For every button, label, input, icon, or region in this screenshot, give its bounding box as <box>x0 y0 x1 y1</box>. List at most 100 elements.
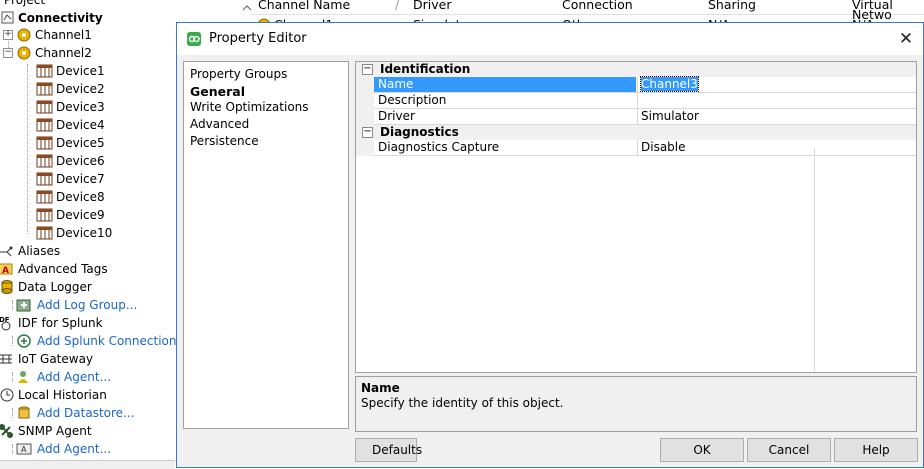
column-header-driver[interactable]: Driver <box>413 0 451 14</box>
connectivity-icon <box>0 10 16 26</box>
category-identification[interactable]: − Identification <box>356 62 916 77</box>
tree-label-device: Device8 <box>56 190 105 204</box>
splunk-icon: DF <box>0 315 14 331</box>
property-row-name[interactable]: Name Channel3 <box>356 76 916 93</box>
tree-label-device: Device7 <box>56 172 105 186</box>
tree-link-add-agent[interactable]: Add Agent... <box>37 368 111 386</box>
name-value-field[interactable]: Channel3 <box>637 76 916 92</box>
defaults-button[interactable]: Defaults <box>355 438 422 462</box>
svg-text:A: A <box>21 445 27 454</box>
channel-gear-icon <box>16 27 32 43</box>
device-icon <box>36 99 53 115</box>
tree-label-snmp-agent: SNMP Agent <box>18 424 92 438</box>
tree-link-add-log-group[interactable]: Add Log Group... <box>37 296 137 314</box>
group-item-general[interactable]: General <box>190 84 245 99</box>
group-item-advanced[interactable]: Advanced <box>190 117 249 131</box>
add-log-group-icon <box>16 297 32 313</box>
property-name-label: Name <box>374 77 636 92</box>
advanced-tags-icon: A <box>0 261 14 277</box>
dialog-titlebar[interactable]: Property Editor ✕ <box>177 23 923 55</box>
tree-scroll-up-arrow[interactable] <box>242 0 252 11</box>
device-icon <box>36 117 53 133</box>
category-diagnostics[interactable]: − Diagnostics <box>356 125 916 140</box>
tree-label-device: Device4 <box>56 118 105 132</box>
tree-label-idf-splunk: IDF for Splunk <box>18 316 103 330</box>
property-row-diagnostics-capture[interactable]: Diagnostics Capture Disable <box>356 140 916 156</box>
tree-label-device: Device6 <box>56 154 105 168</box>
description-text: Specify the identity of this object. <box>361 396 564 410</box>
name-value-text[interactable]: Channel3 <box>640 76 699 92</box>
property-row-description[interactable]: Description <box>356 93 916 109</box>
property-editor-dialog: Property Editor ✕ Property Groups Genera… <box>176 22 924 468</box>
device-icon <box>36 171 53 187</box>
device-icon <box>36 189 53 205</box>
category-label: Diagnostics <box>380 125 459 139</box>
dialog-body: Property Groups General Write Optimizati… <box>177 55 923 467</box>
column-header-sharing[interactable]: Sharing <box>708 0 756 14</box>
property-grid[interactable]: − Identification Name Channel3 Descripti… <box>355 61 917 373</box>
iot-gateway-icon <box>0 351 14 367</box>
collapse-toggle[interactable]: − <box>362 64 373 75</box>
collapse-channel2-toggle[interactable]: − <box>3 48 13 58</box>
tree-label-device: Device1 <box>56 64 105 78</box>
tree-label-device: Device9 <box>56 208 105 222</box>
help-button[interactable]: Help <box>834 438 918 462</box>
collapse-toggle[interactable]: − <box>362 127 373 138</box>
tree-link-add-splunk-connection[interactable]: Add Splunk Connection... <box>37 332 188 350</box>
svg-text:A: A <box>2 266 9 276</box>
column-header-virtual-network[interactable]: Virtual Netwo <box>852 0 924 21</box>
add-agent-icon <box>16 369 32 385</box>
app-logo-icon <box>187 32 201 46</box>
add-agent-icon: A <box>16 441 32 457</box>
close-button[interactable]: ✕ <box>891 25 921 53</box>
ok-button[interactable]: OK <box>660 438 744 462</box>
property-groups-list[interactable]: Property Groups General Write Optimizati… <box>183 61 349 429</box>
expand-channel1-toggle[interactable]: + <box>3 30 13 40</box>
tree-label-device: Device5 <box>56 136 105 150</box>
tree-label-local-historian: Local Historian <box>18 388 107 402</box>
description-value-field[interactable] <box>637 93 916 108</box>
tree-link-add-datastore[interactable]: Add Datastore... <box>37 404 135 422</box>
aliases-icon <box>0 243 14 259</box>
description-title: Name <box>361 381 400 395</box>
tree-label-advanced-tags: Advanced Tags <box>18 262 108 276</box>
column-divider: / <box>395 0 400 12</box>
column-header-connection[interactable]: Connection <box>562 0 633 14</box>
group-item-write-optimizations[interactable]: Write Optimizations <box>190 100 309 114</box>
category-label: Identification <box>380 62 471 76</box>
tree-label-device: Device3 <box>56 100 105 114</box>
tree-label-iot-gateway: IoT Gateway <box>18 352 94 366</box>
clock-icon <box>0 387 16 403</box>
tree-label-data-logger: Data Logger <box>18 280 92 294</box>
device-icon <box>36 153 53 169</box>
add-datastore-icon <box>16 405 32 421</box>
tree-label-channel1: Channel1 <box>35 28 92 42</box>
diagnostics-capture-value-field[interactable]: Disable <box>637 140 916 155</box>
description-panel: Name Specify the identity of this object… <box>355 376 917 432</box>
tree-label-device: Device10 <box>56 226 113 240</box>
tree-label-aliases: Aliases <box>18 244 61 258</box>
data-logger-icon <box>0 279 16 295</box>
tree-label-channel2: Channel2 <box>35 46 92 60</box>
device-icon <box>36 207 53 223</box>
add-connection-icon <box>16 333 32 349</box>
tree-project-label: Project <box>4 0 46 7</box>
device-icon <box>36 135 53 151</box>
property-groups-header: Property Groups <box>190 67 288 81</box>
device-icon <box>36 63 53 79</box>
group-item-persistence[interactable]: Persistence <box>190 134 259 148</box>
property-row-driver[interactable]: Driver Simulator <box>356 109 916 125</box>
cancel-button[interactable]: Cancel <box>747 438 831 462</box>
property-name-label: Diagnostics Capture <box>378 140 500 154</box>
device-icon <box>36 225 53 241</box>
column-header-channel-name[interactable]: Channel Name <box>258 0 350 14</box>
driver-value-field[interactable]: Simulator <box>637 109 916 124</box>
grid-column-divider <box>814 148 815 372</box>
channel-gear-icon <box>16 45 32 61</box>
tree-label-device: Device2 <box>56 82 105 96</box>
dialog-title: Property Editor <box>209 31 307 46</box>
snmp-agent-icon <box>0 423 14 439</box>
tree-label-connectivity: Connectivity <box>18 11 103 25</box>
tree-link-add-agent[interactable]: Add Agent... <box>37 440 111 458</box>
property-name-label: Description <box>378 93 447 107</box>
